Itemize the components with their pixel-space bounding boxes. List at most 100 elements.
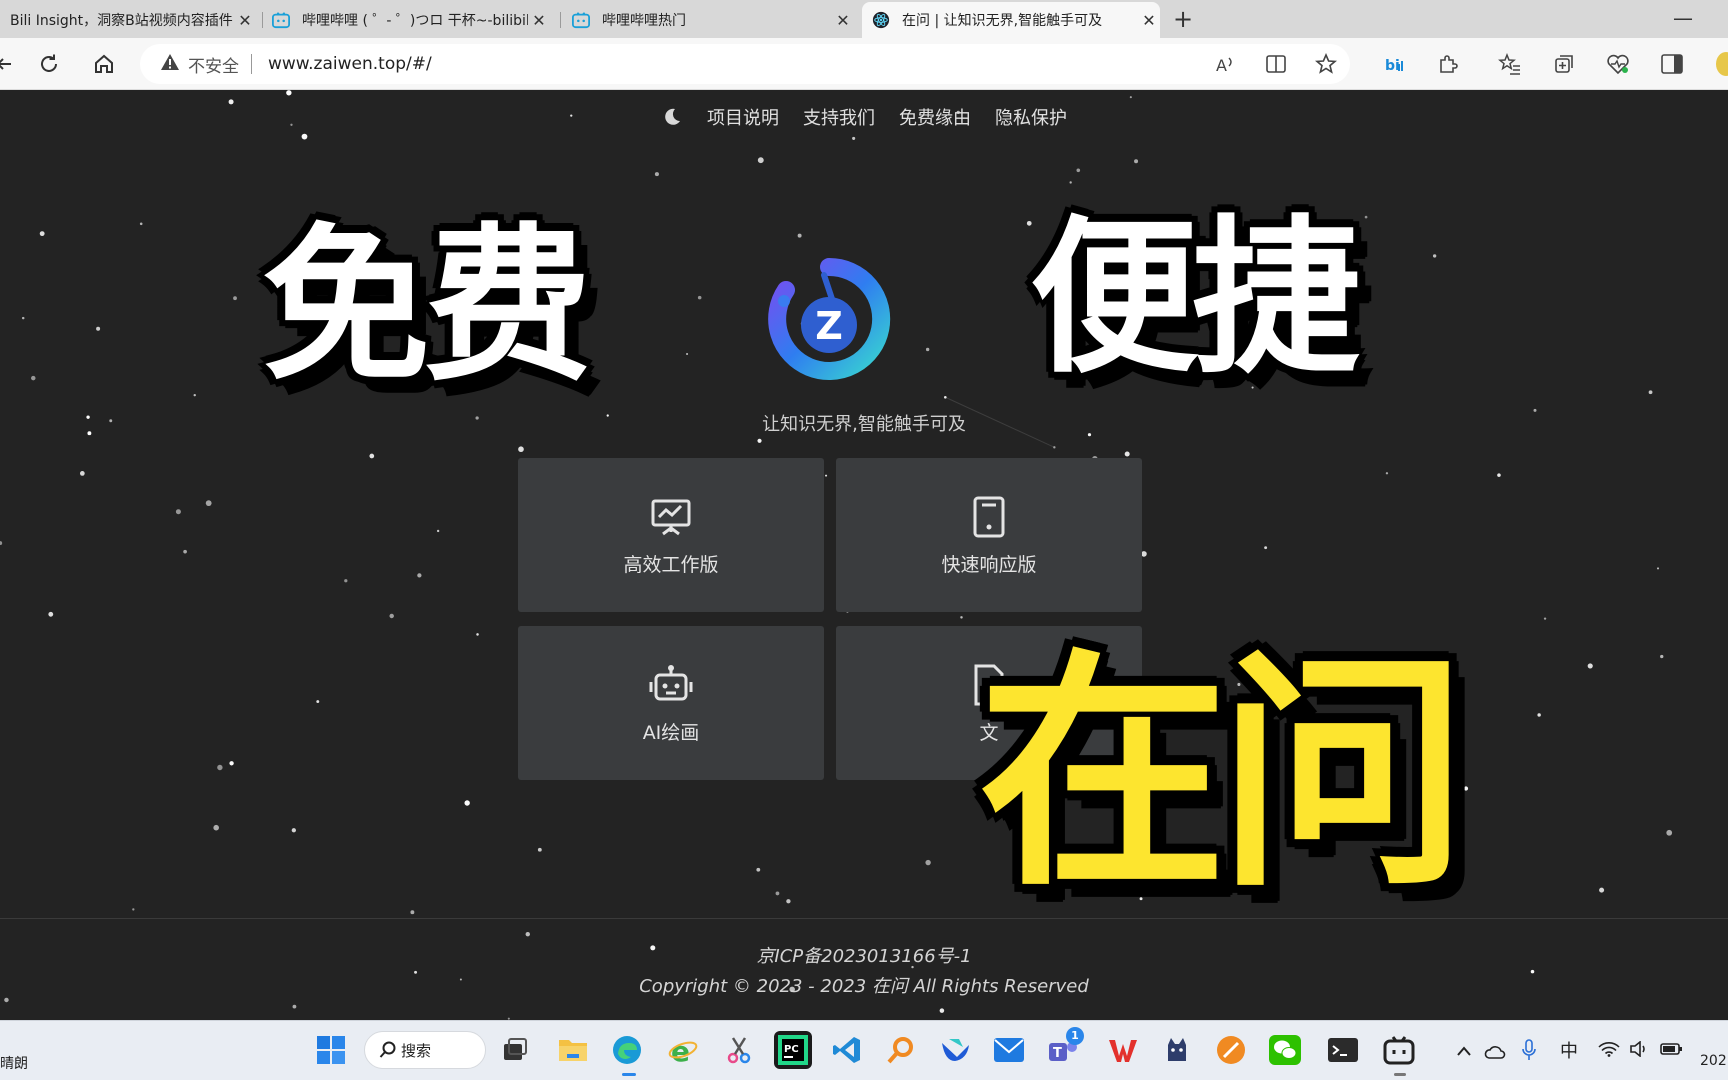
back-icon[interactable] — [0, 50, 18, 78]
clock-text[interactable]: 202 — [1700, 1053, 1727, 1069]
overlay-text-free: 免费 — [262, 208, 592, 404]
drawing-app-icon[interactable] — [1212, 1031, 1250, 1069]
star-dot — [537, 847, 542, 852]
cat-app-icon[interactable] — [1158, 1031, 1196, 1069]
nav-item-support[interactable]: 支持我们 — [803, 104, 875, 130]
running-app-indicator — [1394, 1073, 1406, 1076]
refresh-icon[interactable] — [35, 50, 63, 78]
profile-avatar[interactable] — [1716, 52, 1728, 76]
bilibili-tv-icon — [572, 11, 590, 29]
volume-icon[interactable] — [1630, 1040, 1650, 1062]
battery-icon[interactable] — [1660, 1041, 1684, 1062]
terminal-icon[interactable] — [1324, 1031, 1362, 1069]
close-icon[interactable]: ✕ — [528, 11, 550, 30]
star-dot — [31, 375, 36, 381]
star-dot — [1497, 473, 1501, 477]
star-dot — [757, 157, 764, 164]
copyright-text: Copyright © 2023 - 2023 在问 All Rights Re… — [639, 976, 1089, 997]
taskbar-search[interactable]: 搜索 — [364, 1031, 486, 1069]
performance-icon[interactable] — [1604, 50, 1632, 78]
minimize-button[interactable]: — — [1668, 4, 1698, 34]
star-dot — [205, 500, 212, 507]
bilibili-app-icon[interactable] — [1380, 1031, 1418, 1069]
file-explorer-icon[interactable] — [554, 1031, 592, 1069]
tab-title: 在问 | 让知识无界,智能触手可及 — [902, 13, 1103, 29]
star-dot — [213, 824, 219, 831]
sidebar-icon[interactable] — [1658, 50, 1686, 78]
nav-item-project[interactable]: 项目说明 — [707, 104, 779, 130]
ime-indicator[interactable]: 中 — [1560, 1037, 1578, 1063]
tab-bili-insight[interactable]: Bili Insight，洞察B站视频内容插件 ✕ — [0, 2, 256, 38]
card-ai-drawing[interactable]: AI绘画 — [518, 626, 824, 780]
star-dot — [852, 136, 856, 140]
star-dot — [757, 438, 762, 443]
tab-bilibili-hot[interactable]: 哔哩哔哩热门 ✕ — [572, 2, 854, 38]
card-fast-response[interactable]: 快速响应版 — [836, 458, 1142, 612]
tab-title: 哔哩哔哩热门 — [602, 13, 686, 29]
close-icon[interactable]: ✕ — [832, 11, 854, 30]
collections-icon[interactable] — [1550, 50, 1578, 78]
star-dot — [132, 908, 135, 911]
close-icon[interactable]: ✕ — [1138, 11, 1160, 30]
feishu-icon[interactable] — [936, 1031, 974, 1069]
windows-start-icon[interactable] — [312, 1031, 350, 1069]
star-dot — [1587, 663, 1593, 669]
nav-item-privacy[interactable]: 隐私保护 — [995, 104, 1067, 130]
chevron-up-icon[interactable] — [1456, 1041, 1472, 1062]
star-dot — [79, 471, 85, 476]
tab-bilibili[interactable]: 哔哩哔哩 ( ゜- ゜)つロ 干杯~-bilibili ✕ — [272, 2, 550, 38]
overlay-text-convenient: 便捷 — [1030, 200, 1360, 396]
wifi-icon[interactable] — [1598, 1041, 1620, 1062]
page-viewport: 项目说明 支持我们 免费缘由 隐私保护 Z 让知识无界,智能触手可及 高效工作版 — [0, 90, 1728, 1020]
star-dot — [1660, 654, 1664, 659]
warning-icon[interactable] — [160, 53, 180, 76]
card-efficient-work[interactable]: 高效工作版 — [518, 458, 824, 612]
wechat-icon[interactable] — [1266, 1031, 1304, 1069]
bilibili-ext-icon[interactable]: bi — [1380, 50, 1408, 78]
nav-item-free-reason[interactable]: 免费缘由 — [899, 104, 971, 130]
star-dot — [786, 899, 791, 904]
task-view-icon[interactable] — [496, 1031, 534, 1069]
favorite-icon[interactable] — [1312, 50, 1340, 78]
card-label: AI绘画 — [642, 721, 700, 744]
ie-icon[interactable]: e — [664, 1031, 702, 1069]
snipping-tool-icon[interactable] — [720, 1031, 758, 1069]
url-text[interactable]: www.zaiwen.top/#/ — [268, 54, 432, 74]
favorites-icon[interactable] — [1496, 50, 1524, 78]
vscode-icon[interactable] — [828, 1031, 866, 1069]
windows-taskbar: 晴朗 搜索 e PC T 1 中 202 — [0, 1020, 1728, 1080]
read-aloud-icon[interactable]: A — [1212, 50, 1240, 78]
wps-office-icon[interactable] — [1104, 1031, 1142, 1069]
insecure-label[interactable]: 不安全 — [188, 52, 239, 77]
tablet-icon — [966, 494, 1012, 540]
address-toolbar: 不安全 www.zaiwen.top/#/ A bi — [0, 38, 1728, 90]
onedrive-icon[interactable] — [1484, 1043, 1506, 1064]
star-dot — [1648, 390, 1653, 395]
split-screen-icon[interactable] — [1262, 50, 1290, 78]
mail-icon[interactable] — [990, 1031, 1028, 1069]
home-icon[interactable] — [90, 50, 118, 78]
star-dot — [1656, 567, 1660, 570]
pycharm-icon[interactable]: PC — [774, 1031, 812, 1069]
extensions-icon[interactable] — [1434, 50, 1462, 78]
star-dot — [417, 573, 422, 578]
star-dot — [291, 828, 296, 833]
everything-search-icon[interactable] — [882, 1031, 920, 1069]
star-dot — [1432, 254, 1437, 258]
tab-zaiwen[interactable]: 在问 | 让知识无界,智能触手可及 ✕ — [862, 2, 1160, 38]
address-bar[interactable]: 不安全 www.zaiwen.top/#/ — [140, 44, 1350, 84]
tab-separator — [262, 12, 263, 28]
star-dot — [939, 1008, 945, 1013]
presentation-icon — [648, 494, 694, 540]
star-dot — [316, 700, 320, 704]
moon-icon[interactable] — [661, 106, 683, 128]
close-icon[interactable]: ✕ — [234, 11, 256, 30]
star-dot — [1129, 96, 1132, 99]
microphone-icon[interactable] — [1522, 1039, 1536, 1066]
weather-text[interactable]: 晴朗 — [0, 1053, 28, 1073]
edge-browser-icon[interactable] — [608, 1031, 646, 1069]
star-dot — [1364, 215, 1368, 219]
new-tab-button[interactable]: + — [1168, 4, 1198, 34]
icp-record[interactable]: 京ICP备2023013166号-1 — [0, 942, 1728, 968]
teams-icon[interactable]: T 1 — [1044, 1027, 1084, 1069]
